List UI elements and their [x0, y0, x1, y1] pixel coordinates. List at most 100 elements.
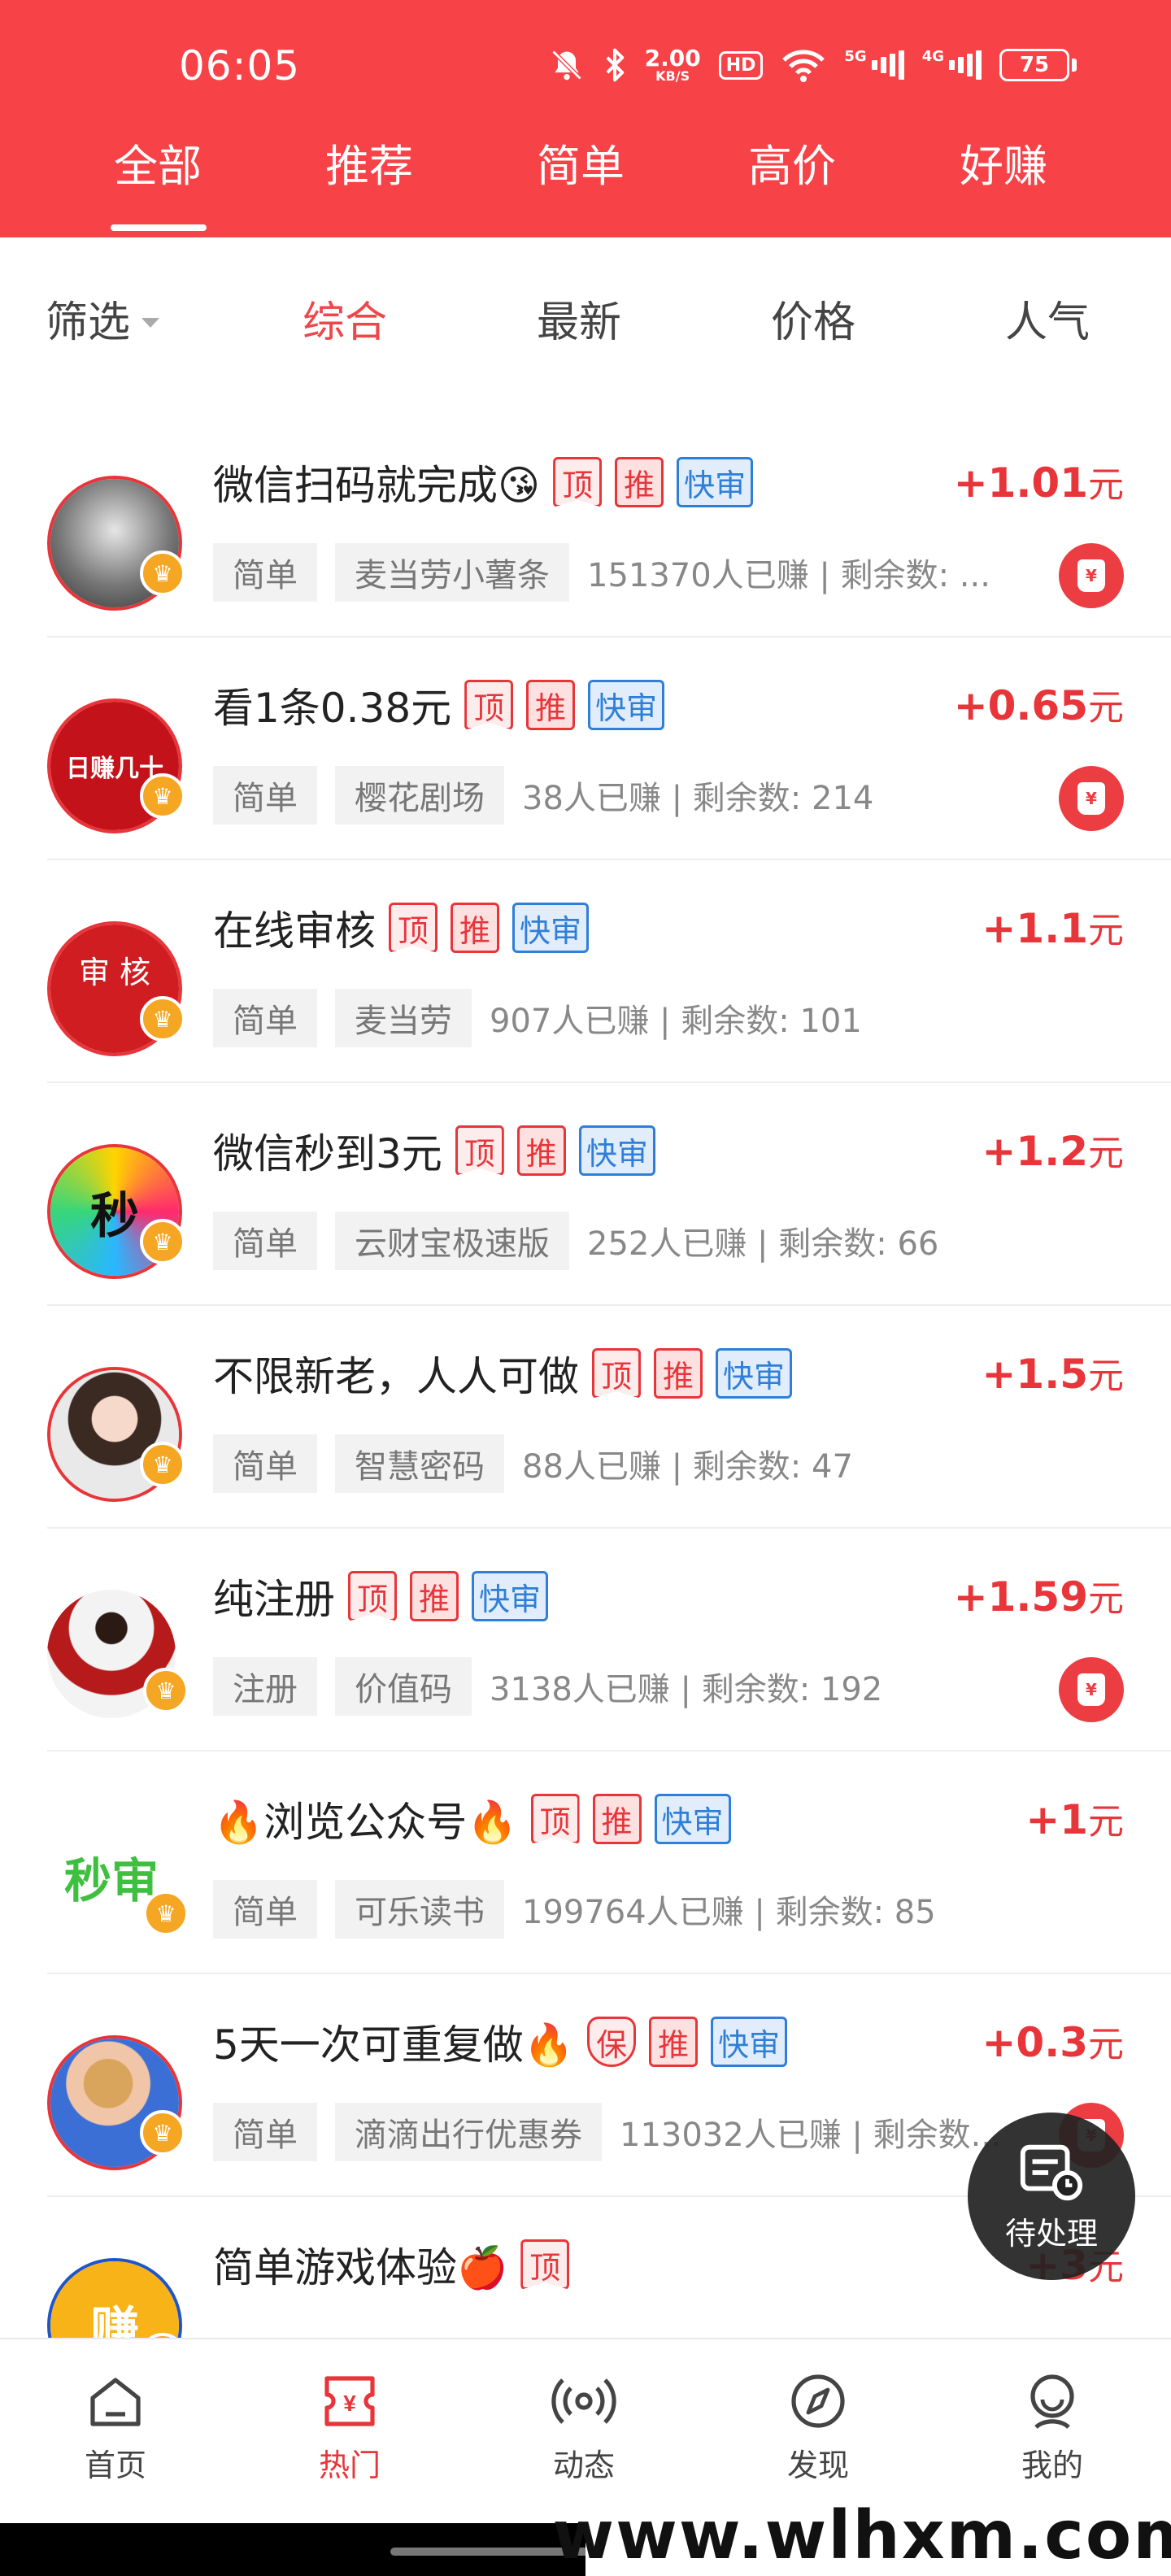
tab-simple[interactable]: 简单	[475, 130, 686, 194]
avatar: ♛	[47, 476, 185, 611]
avatar: ♛	[47, 1590, 189, 1725]
task-reward: +1.2元	[982, 1128, 1124, 1175]
task-stats: 252人已赚 | 剩余数: 66	[587, 1225, 939, 1263]
tab-high-price[interactable]: 高价	[686, 130, 898, 194]
pending-label: 待处理	[1004, 2215, 1098, 2252]
merchant-tag: 可乐读书	[335, 1880, 504, 1939]
task-reward: +1.1元	[982, 905, 1124, 952]
net-speed: 2.00 KB/S	[644, 45, 701, 84]
task-reward: +1.5元	[982, 1351, 1124, 1398]
active-tab-indicator	[111, 224, 207, 231]
signal-4g-icon: 4G	[922, 48, 982, 82]
task-title: 不限新老，人人可做	[213, 1353, 579, 1400]
mute-bell-icon	[549, 47, 585, 83]
home-icon	[90, 2378, 141, 2426]
task-row[interactable]: ♛ 不限新老，人人可做 顶 推 快审 +1.5元 简单 智慧密码 88人已赚 |…	[0, 1306, 1171, 1529]
tab-all[interactable]: 全部	[52, 130, 263, 194]
top-badge: 顶	[530, 1794, 580, 1844]
sort-popularity[interactable]: 人气	[1005, 288, 1090, 349]
task-reward: +0.3元	[982, 2019, 1124, 2066]
recommend-badge: 推	[615, 457, 664, 507]
wifi-icon	[781, 47, 826, 83]
hd-voice-badge: HD	[718, 50, 764, 80]
recommend-badge: 推	[592, 1794, 642, 1844]
crown-icon: ♛	[143, 1891, 189, 1936]
category-tag: 简单	[213, 1880, 317, 1939]
task-stats: 88人已赚 | 剩余数: 47	[522, 1448, 853, 1486]
top-badge: 顶	[464, 680, 514, 730]
task-stats: 907人已赚 | 剩余数: 101	[490, 1003, 862, 1040]
nav-hot[interactable]: ¥ 热门	[268, 2369, 431, 2485]
category-tag: 简单	[213, 2103, 317, 2161]
nav-discover[interactable]: 发现	[737, 2369, 899, 2485]
broadcast-icon	[551, 2378, 616, 2424]
merchant-tag: 樱花剧场	[335, 766, 504, 825]
recommend-badge: 推	[526, 680, 576, 730]
svg-text:¥: ¥	[343, 2391, 356, 2416]
tab-recommend[interactable]: 推荐	[263, 130, 475, 194]
task-stats: 151370人已赚 | 剩余数: ...	[587, 557, 990, 594]
merchant-tag: 麦当劳	[335, 989, 472, 1047]
merchant-tag: 智慧密码	[335, 1434, 504, 1493]
battery-icon: 75	[999, 49, 1077, 81]
status-icons: 2.00 KB/S HD 5G 4G 75	[549, 41, 1077, 89]
task-row[interactable]: 秒 ♛ 微信秒到3元 顶 推 快审 +1.2元 简单 云财宝极速版 252人已赚…	[0, 1083, 1171, 1306]
top-badge: 顶	[592, 1348, 641, 1399]
task-stats: 3138人已赚 | 剩余数: 192	[490, 1671, 883, 1708]
nav-activity[interactable]: 动态	[503, 2369, 665, 2485]
task-title: 在线审核	[213, 907, 376, 955]
fast-review-badge: 快审	[588, 680, 665, 730]
caret-down-icon	[141, 318, 160, 328]
task-reward: +1.01元	[953, 459, 1124, 507]
task-row[interactable]: 审 核 ♛ 在线审核 顶 推 快审 +1.1元 简单 麦当劳 907人已赚 | …	[0, 860, 1171, 1083]
task-row[interactable]: 日赚几十 ♛ 看1条0.38元 顶 推 快审 +0.65元 简单 樱花剧场 38…	[0, 637, 1171, 860]
task-title: 🔥浏览公众号🔥	[213, 1799, 518, 1846]
avatar: 审 核 ♛	[47, 921, 185, 1056]
recommend-badge: 推	[451, 903, 499, 953]
compass-icon	[791, 2374, 845, 2428]
status-bar: 06:05 2.00 KB/S HD 5G 4G 75	[0, 0, 1171, 130]
task-row[interactable]: ♛ 纯注册 顶 推 快审 +1.59元 注册 价值码 3138人已赚 | 剩余数…	[0, 1529, 1171, 1751]
nav-profile[interactable]: 我的	[971, 2369, 1134, 2485]
avatar: ♛	[47, 1367, 185, 1502]
fast-review-badge: 快审	[472, 1571, 549, 1621]
task-reward: +1.59元	[953, 1573, 1124, 1621]
coin-jar-icon: ¥	[1059, 1657, 1124, 1722]
coin-jar-icon: ¥	[1059, 543, 1124, 608]
nav-home[interactable]: 首页	[34, 2369, 197, 2485]
top-badge: 顶	[553, 457, 603, 507]
task-title: 纯注册	[213, 1576, 335, 1623]
recommend-badge: 推	[516, 1125, 566, 1176]
avatar: 秒 ♛	[47, 1144, 185, 1279]
pending-tasks-button[interactable]: 待处理	[968, 2113, 1135, 2280]
signal-5g-icon: 5G	[844, 48, 904, 82]
fast-review-badge: 快审	[711, 2017, 788, 2067]
task-row[interactable]: 秒审 ♛ 🔥浏览公众号🔥 顶 推 快审 +1元 简单 可乐读书 199764人已…	[0, 1751, 1171, 1974]
category-tag: 简单	[213, 989, 317, 1047]
sort-filter-bar: 筛选 综合 最新 价格 人气	[0, 237, 1171, 400]
watermark: www.wlhxm.com	[552, 2495, 1171, 2576]
task-stats: 38人已赚 | 剩余数: 214	[522, 780, 874, 817]
sort-newest[interactable]: 最新	[537, 288, 621, 349]
crown-icon: ♛	[140, 773, 185, 819]
clipboard-clock-icon	[1020, 2144, 1083, 2200]
recommend-badge: 推	[410, 1571, 459, 1621]
top-badge: 顶	[389, 903, 437, 953]
avatar: 日赚几十 ♛	[47, 698, 185, 833]
crown-icon: ♛	[140, 2110, 185, 2156]
task-title: 微信扫码就完成😘	[213, 462, 541, 509]
bluetooth-icon	[603, 47, 627, 83]
merchant-tag: 麦当劳小薯条	[335, 543, 569, 602]
filter-button[interactable]: 筛选	[46, 288, 160, 349]
category-tabs: 全部 推荐 简单 高价 好赚	[0, 122, 1171, 237]
crown-icon: ♛	[140, 1442, 185, 1487]
coin-jar-icon: ¥	[1059, 766, 1124, 831]
tab-good-earn[interactable]: 好赚	[898, 130, 1109, 194]
sort-comprehensive[interactable]: 综合	[303, 288, 387, 349]
task-row[interactable]: ♛ 微信扫码就完成😘 顶 推 快审 +1.01元 简单 麦当劳小薯条 15137…	[0, 415, 1171, 637]
fast-review-badge: 快审	[578, 1125, 655, 1176]
crown-icon: ♛	[140, 996, 185, 1042]
merchant-tag: 价值码	[335, 1657, 472, 1716]
fast-review-badge: 快审	[512, 903, 590, 953]
sort-price[interactable]: 价格	[771, 288, 855, 349]
